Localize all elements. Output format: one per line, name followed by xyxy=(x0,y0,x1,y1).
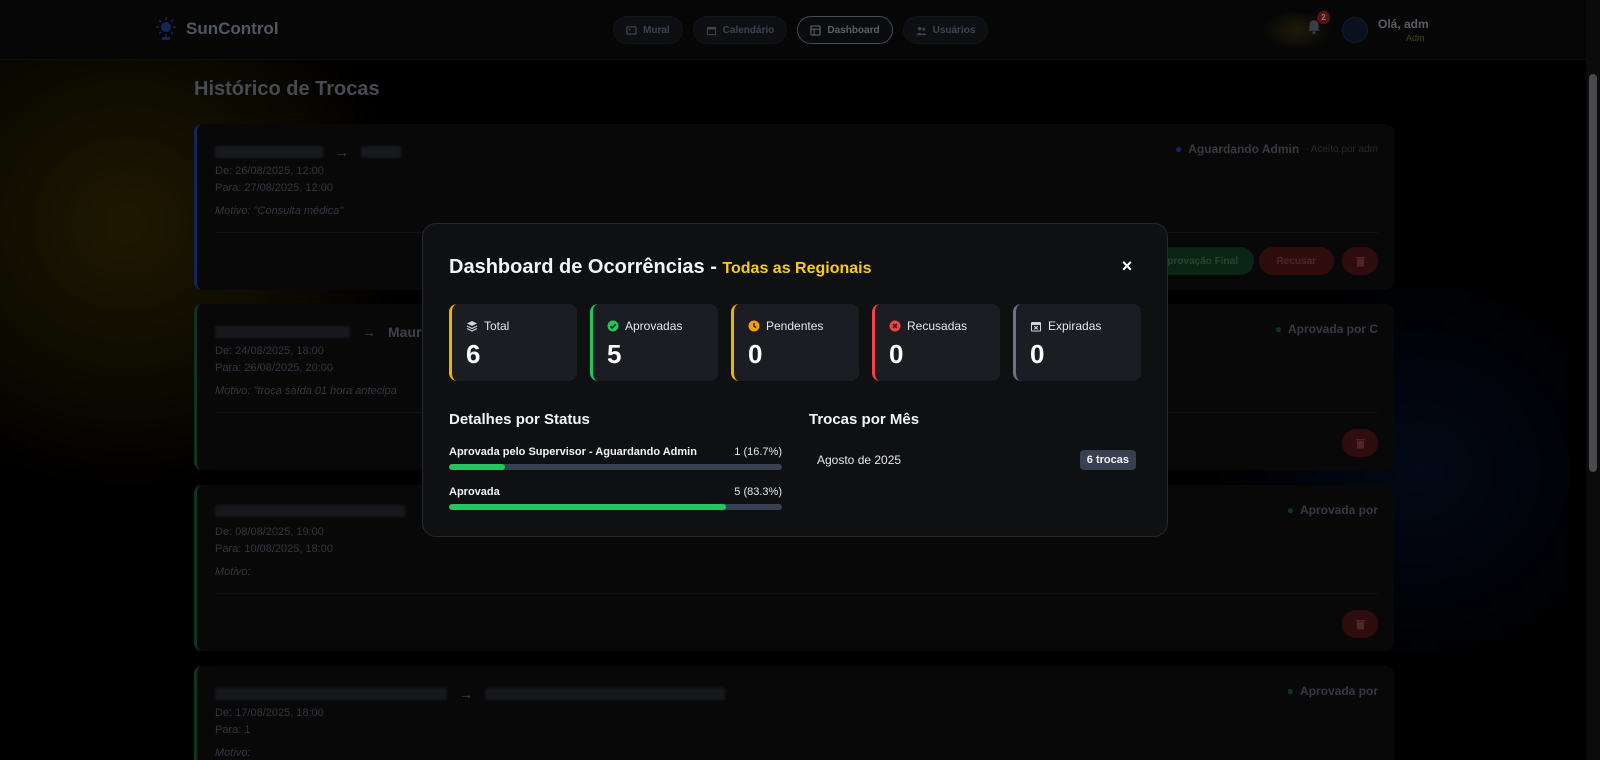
month-label: Agosto de 2025 xyxy=(817,453,902,467)
stat-value: 5 xyxy=(607,339,622,369)
modal-title-text: Dashboard de Ocorrências - xyxy=(449,256,723,278)
month-row: Agosto de 2025 6 trocas xyxy=(809,449,1136,471)
stat-card-total: Total 6 xyxy=(449,304,577,381)
close-button[interactable]: × xyxy=(1118,257,1136,275)
modal-scope: Todas as Regionais xyxy=(722,260,872,277)
stat-value: 6 xyxy=(466,339,481,369)
stat-card-pendentes: Pendentes 0 xyxy=(731,304,859,381)
stat-label-text: Total xyxy=(484,319,510,333)
status-row: Aprovada pelo Supervisor - Aguardando Ad… xyxy=(449,446,782,470)
stat-label-text: Expiradas xyxy=(1048,319,1102,333)
stat-value: 0 xyxy=(748,339,763,369)
check-circle-icon xyxy=(607,320,619,332)
stat-label: Total xyxy=(466,319,509,333)
progress-fill xyxy=(449,504,727,510)
stat-label: Pendentes xyxy=(748,319,823,333)
modal-title: Dashboard de Ocorrências - Todas as Regi… xyxy=(449,256,872,279)
scrollbar-thumb[interactable] xyxy=(1589,74,1597,472)
dashboard-modal: Dashboard de Ocorrências - Todas as Regi… xyxy=(422,223,1168,537)
x-circle-icon xyxy=(889,320,901,332)
stat-label-text: Recusadas xyxy=(907,319,968,333)
status-row-count: 1 (16.7%) xyxy=(734,446,782,458)
status-row-head: Aprovada pelo Supervisor - Aguardando Ad… xyxy=(449,446,782,458)
stat-cards: Total 6 Aprovadas 5 Pendentes 0 Recusada… xyxy=(449,304,1141,381)
stat-label-text: Pendentes xyxy=(766,319,824,333)
by-month-title: Trocas por Mês xyxy=(809,411,920,428)
status-row: Aprovada 5 (83.3%) xyxy=(449,486,782,510)
clock-icon xyxy=(748,320,760,332)
status-row-count: 5 (83.3%) xyxy=(734,486,782,498)
stat-value: 0 xyxy=(889,339,904,369)
layers-icon xyxy=(466,321,478,332)
status-row-label: Aprovada pelo Supervisor - Aguardando Ad… xyxy=(449,446,697,458)
stat-value: 0 xyxy=(1030,339,1045,369)
progress-bar xyxy=(449,504,782,510)
status-details-title: Detalhes por Status xyxy=(449,411,590,428)
stat-card-recusadas: Recusadas 0 xyxy=(872,304,1000,381)
stat-label: Aprovadas xyxy=(607,319,682,333)
stat-card-aprovadas: Aprovadas 5 xyxy=(590,304,718,381)
stat-label: Recusadas xyxy=(889,319,967,333)
progress-bar xyxy=(449,464,782,470)
stat-card-expiradas: Expiradas 0 xyxy=(1013,304,1141,381)
stat-label: Expiradas xyxy=(1030,319,1101,333)
status-row-label: Aprovada xyxy=(449,486,500,498)
scrollbar-track[interactable] xyxy=(1586,0,1600,760)
progress-fill xyxy=(449,464,505,470)
month-count-badge: 6 trocas xyxy=(1079,450,1136,470)
calendar-x-icon xyxy=(1031,322,1041,332)
stat-label-text: Aprovadas xyxy=(625,319,683,333)
status-row-head: Aprovada 5 (83.3%) xyxy=(449,486,782,498)
